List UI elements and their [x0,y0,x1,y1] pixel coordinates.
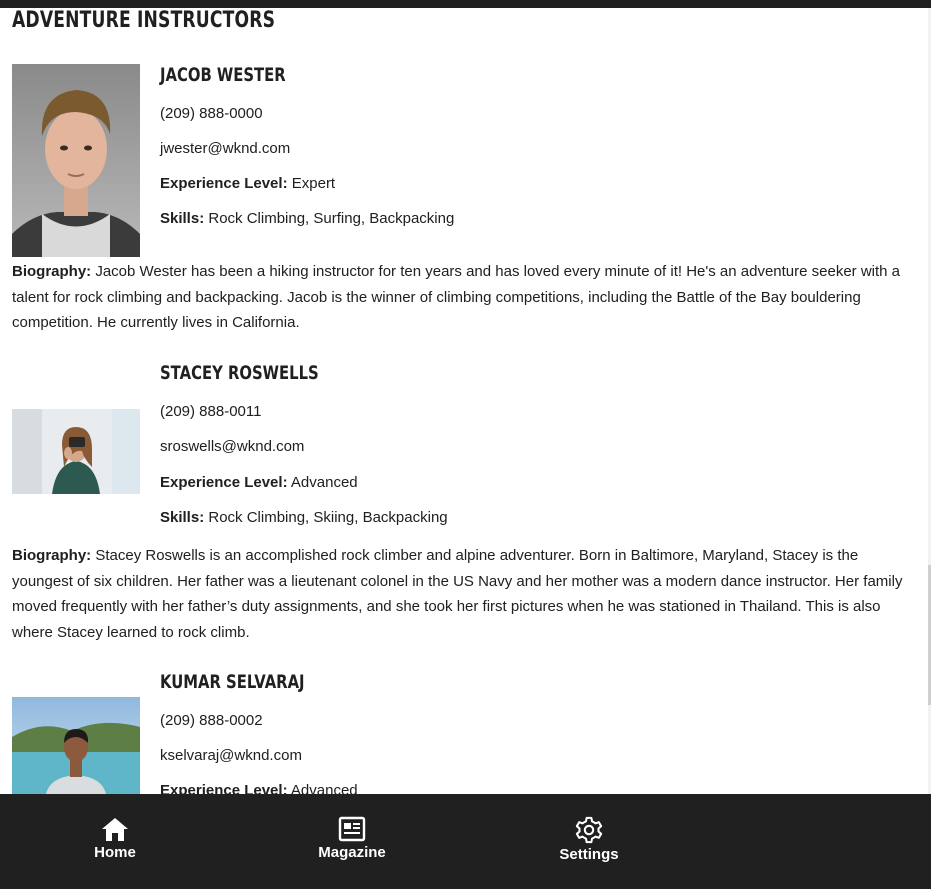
instructor-name: KUMAR SELVARAJ [160,671,305,693]
instructor-info: KUMAR SELVARAJ (209) 888-0002 kselvaraj@… [160,671,900,794]
top-bar [0,0,931,8]
experience-label: Experience Level: [160,782,288,794]
biography-label: Biography: [12,547,92,564]
instructor-experience: Experience Level: Expert [160,174,335,194]
skills-label: Skills: [160,210,205,227]
instructor-phone: (209) 888-0011 [160,403,262,420]
newspaper-icon [292,816,412,842]
instructor-phone: (209) 888-0000 [160,105,263,122]
instructor-skills: Skills: Rock Climbing, Skiing, Backpacki… [160,508,448,528]
nav-home[interactable]: Home [55,816,175,861]
instructor-biography: Biography: Jacob Wester has been a hikin… [12,259,912,336]
experience-label: Experience Level: [160,175,288,192]
biography-label: Biography: [12,263,92,280]
instructor-biography: Biography: Stacey Roswells is an accompl… [12,543,912,645]
nav-settings[interactable]: Settings [529,816,649,863]
instructor-photo [12,409,140,494]
instructor-name: STACEY ROSWELLS [160,362,319,384]
page-content: ADVENTURE INSTRUCTORS JACOB WESTER (209)… [12,8,912,794]
instructor-photo [12,64,140,257]
instructor-info: STACEY ROSWELLS (209) 888-0011 sroswells… [160,362,900,526]
instructor-experience: Experience Level: Advanced [160,473,358,493]
experience-value: Expert [291,175,336,192]
skills-value: Rock Climbing, Skiing, Backpacking [208,509,448,526]
nav-magazine[interactable]: Magazine [292,816,412,861]
instructor-photo [12,697,140,794]
instructor-experience: Experience Level: Advanced [160,781,358,794]
instructor-skills: Skills: Rock Climbing, Surfing, Backpack… [160,209,454,229]
instructor-email: kselvaraj@wknd.com [160,747,302,764]
biography-text: Jacob Wester has been a hiking instructo… [12,263,901,331]
nav-home-label: Home [94,844,136,861]
skills-value: Rock Climbing, Surfing, Backpacking [208,210,455,227]
instructor-info: JACOB WESTER (209) 888-0000 jwester@wknd… [160,64,900,227]
nav-magazine-label: Magazine [318,844,386,861]
experience-value: Advanced [290,782,358,794]
skills-label: Skills: [160,509,205,526]
experience-label: Experience Level: [160,474,288,491]
biography-text: Stacey Roswells is an accomplished rock … [12,547,903,641]
page-title: ADVENTURE INSTRUCTORS [12,8,276,33]
experience-value: Advanced [290,474,358,491]
nav-settings-label: Settings [559,846,619,863]
instructor-name: JACOB WESTER [160,64,286,86]
bottom-navigation: Home Magazine Settings [0,794,931,889]
instructor-phone: (209) 888-0002 [160,712,263,729]
instructor-email: sroswells@wknd.com [160,438,305,455]
instructor-email: jwester@wknd.com [160,140,291,157]
gear-icon [529,816,649,844]
home-icon [55,816,175,842]
